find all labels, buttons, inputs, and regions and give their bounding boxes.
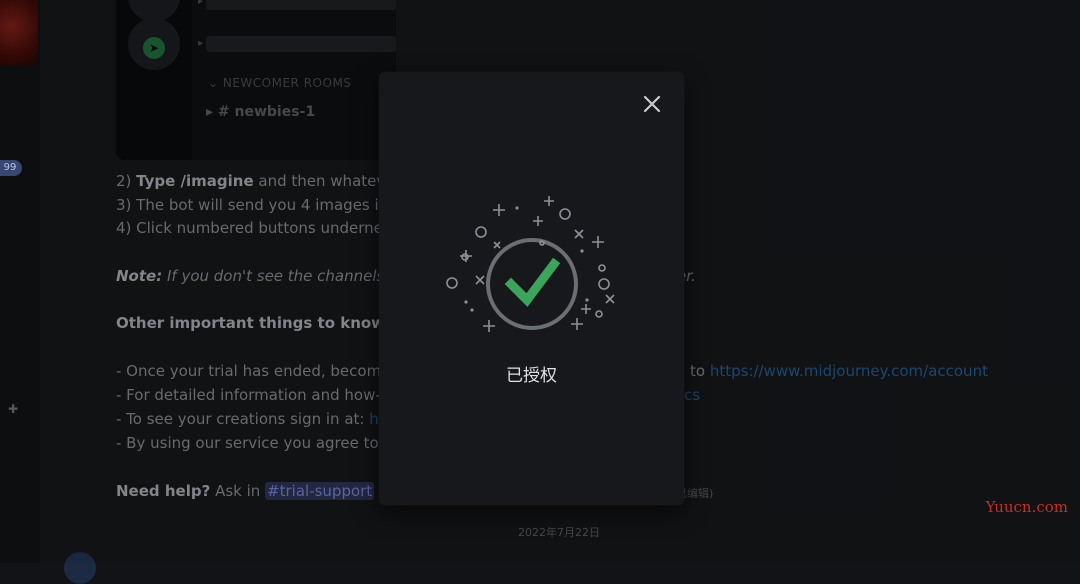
- success-check-icon: [446, 196, 615, 332]
- close-button[interactable]: [637, 89, 667, 119]
- status-text: 已授权: [506, 366, 557, 386]
- authorized-dialog: 已授权: [379, 72, 684, 505]
- close-icon: [643, 95, 661, 113]
